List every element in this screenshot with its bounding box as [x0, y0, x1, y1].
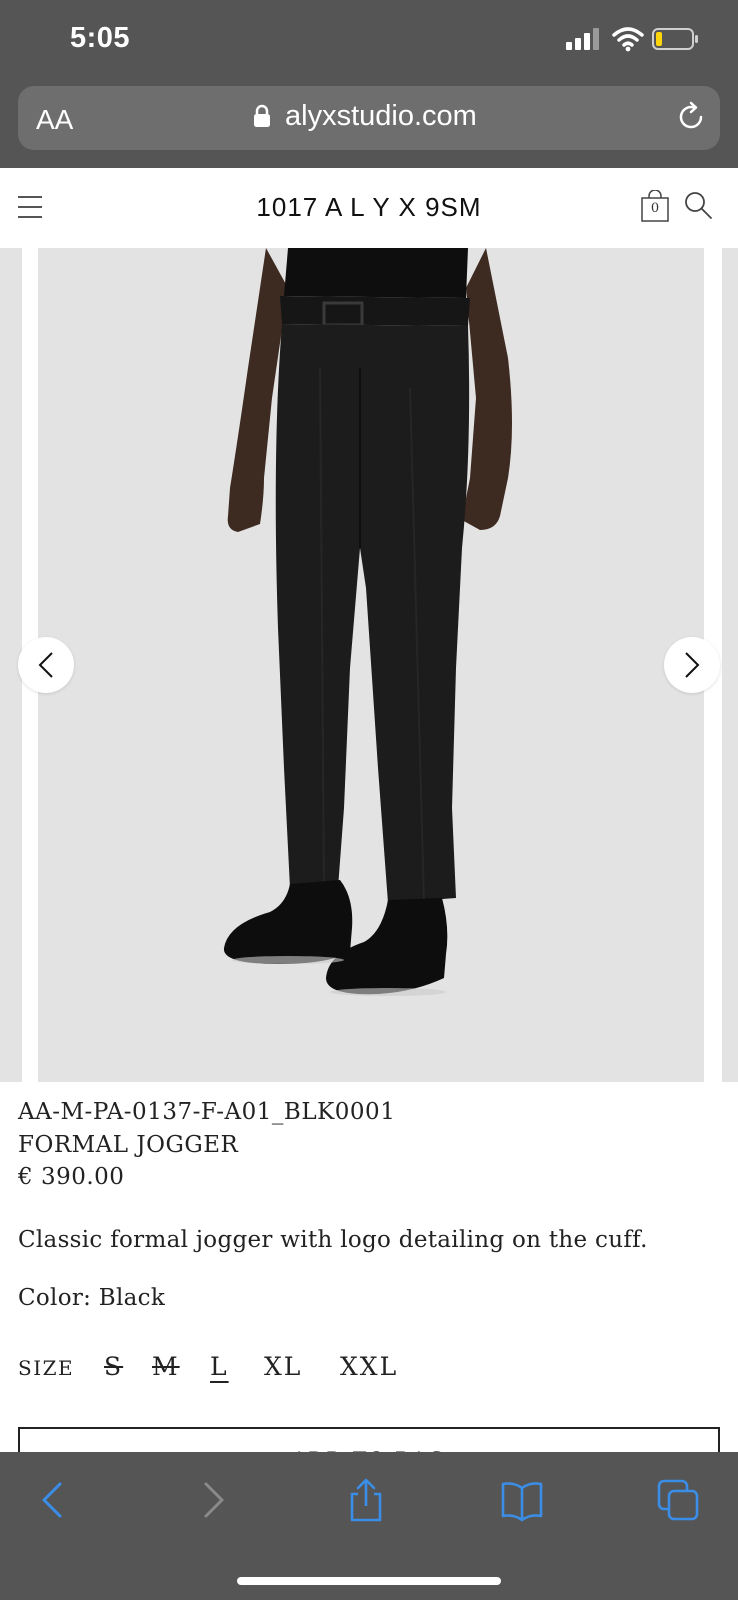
carousel-prev-button[interactable] — [18, 637, 74, 693]
home-indicator — [237, 1577, 501, 1585]
lock-icon — [254, 104, 270, 127]
tabs-icon[interactable] — [656, 1478, 700, 1522]
share-icon[interactable] — [344, 1478, 388, 1522]
bookmarks-icon[interactable] — [500, 1478, 544, 1522]
size-option-s[interactable]: S — [104, 1352, 123, 1381]
product-photo-illustration — [223, 248, 512, 996]
wifi-icon — [612, 27, 644, 52]
url-text[interactable]: alyxstudio.com — [285, 100, 477, 133]
bag-count: 0 — [650, 201, 660, 216]
battery-icon — [652, 28, 698, 50]
forward-icon[interactable] — [190, 1478, 234, 1522]
size-option-xl[interactable]: XL — [264, 1352, 302, 1381]
product-color: Color: Black — [18, 1285, 166, 1311]
signal-icon — [566, 28, 599, 50]
text-size-button[interactable]: AA — [36, 104, 73, 136]
back-icon[interactable] — [32, 1478, 76, 1522]
next-slide-peek — [722, 248, 738, 1082]
product-sku: AA-M-PA-0137-F-A01_BLK0001 — [18, 1099, 396, 1125]
brand-logo[interactable]: 1017 A L Y X 9SM — [0, 192, 738, 223]
shopping-bag-icon[interactable]: 0 — [640, 190, 670, 222]
size-option-xxl[interactable]: XXL — [340, 1352, 398, 1381]
reload-icon[interactable] — [674, 100, 708, 134]
address-bar[interactable]: AA alyxstudio.com — [18, 86, 720, 150]
search-icon[interactable] — [683, 190, 713, 220]
product-image-carousel[interactable] — [0, 248, 738, 1082]
size-option-l[interactable]: L — [210, 1352, 229, 1381]
product-image[interactable] — [38, 248, 704, 1082]
site-header: 1017 A L Y X 9SM 0 — [0, 168, 738, 248]
product-name: FORMAL JOGGER — [18, 1132, 239, 1158]
size-label: SIZE — [18, 1356, 75, 1380]
size-option-m[interactable]: M — [152, 1352, 180, 1381]
product-price: € 390.00 — [18, 1164, 125, 1190]
browser-top-chrome: 5:05 AA alyxstudio.com — [0, 0, 738, 168]
status-time: 5:05 — [70, 22, 131, 54]
chevron-right-icon — [685, 652, 700, 678]
product-description: Classic formal jogger with logo detailin… — [18, 1227, 648, 1253]
product-info: AA-M-PA-0137-F-A01_BLK0001 FORMAL JOGGER… — [18, 1096, 718, 1193]
carousel-next-button[interactable] — [664, 637, 720, 693]
chevron-left-icon — [38, 652, 53, 678]
